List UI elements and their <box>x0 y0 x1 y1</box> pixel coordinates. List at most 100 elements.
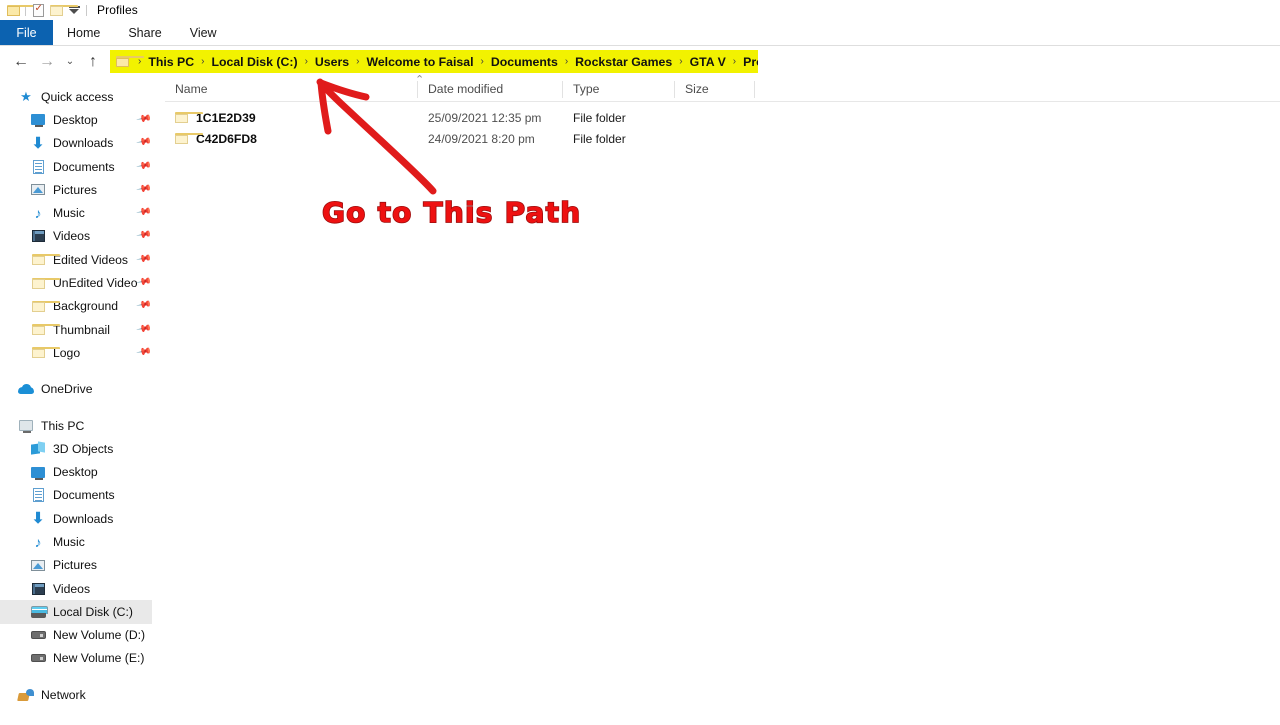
sidebar-item-3d-objects[interactable]: 3D Objects <box>0 437 165 460</box>
sidebar-item-label: UnEdited Video <box>53 276 138 291</box>
sidebar-item-logo[interactable]: Logo 📌 <box>0 341 165 364</box>
window-title: Profiles <box>97 3 138 17</box>
properties-icon[interactable] <box>29 2 47 18</box>
sidebar-item-label: Documents <box>53 488 115 503</box>
desktop-monitor-icon <box>30 112 46 128</box>
column-label: Date modified <box>428 82 504 96</box>
pin-icon[interactable]: 📌 <box>135 321 152 337</box>
sidebar-item-quick-access[interactable]: ★ Quick access <box>0 85 165 108</box>
folder-icon <box>30 252 60 268</box>
pin-icon[interactable]: 📌 <box>135 181 152 197</box>
pin-icon[interactable]: 📌 <box>135 297 152 313</box>
sidebar-item-background[interactable]: Background 📌 <box>0 295 165 318</box>
navigation-bar: ← → ⌄ ↑ › This PC › Local Disk (C:) › Us… <box>0 46 1280 77</box>
sidebar-item-music-pc[interactable]: ♪ Music <box>0 530 165 553</box>
sidebar-item-videos-pc[interactable]: Videos <box>0 577 165 600</box>
address-bar[interactable]: › This PC › Local Disk (C:) › Users › We… <box>110 50 758 73</box>
3d-objects-icon <box>30 441 46 457</box>
sidebar-item-label: New Volume (E:) <box>53 651 145 666</box>
breadcrumb-rockstar-games[interactable]: Rockstar Games <box>575 55 672 69</box>
navigation-pane[interactable]: ★ Quick access Desktop 📌 ⬇ Downloads 📌 D… <box>0 77 165 720</box>
pin-icon[interactable]: 📌 <box>135 228 152 244</box>
table-row[interactable]: C42D6FD8 24/09/2021 8:20 pm File folder <box>165 128 1280 149</box>
tab-view[interactable]: View <box>176 20 231 45</box>
new-folder-icon[interactable] <box>47 2 78 18</box>
sidebar-item-this-pc[interactable]: This PC <box>0 414 165 437</box>
breadcrumb-gta-v[interactable]: GTA V <box>690 55 726 69</box>
forward-button[interactable]: → <box>34 49 60 75</box>
pin-icon[interactable]: 📌 <box>135 134 152 150</box>
pin-icon[interactable]: 📌 <box>135 274 152 290</box>
breadcrumb-separator[interactable]: › <box>565 56 568 67</box>
breadcrumb-local-disk-c[interactable]: Local Disk (C:) <box>211 55 297 69</box>
column-header-type[interactable]: Type <box>563 77 675 102</box>
breadcrumb-separator[interactable]: › <box>679 56 682 67</box>
sidebar-item-label: Downloads <box>53 511 114 526</box>
sidebar-item-unedited-video[interactable]: UnEdited Video 📌 <box>0 271 165 294</box>
table-row[interactable]: 1C1E2D39 25/09/2021 12:35 pm File folder <box>165 107 1280 128</box>
sidebar-item-label: Music <box>53 206 85 221</box>
document-icon <box>30 487 46 503</box>
folder-icon <box>30 345 60 361</box>
sidebar-item-pictures-pc[interactable]: Pictures <box>0 554 165 577</box>
sidebar-item-local-disk-c[interactable]: Local Disk (C:) <box>0 600 152 624</box>
sidebar-item-downloads[interactable]: ⬇ Downloads 📌 <box>0 132 165 155</box>
sidebar-item-videos[interactable]: Videos 📌 <box>0 225 165 248</box>
file-list-pane[interactable]: Name ⌃ Date modified Type Size 1C1E2D39 … <box>165 74 1280 720</box>
folder-icon[interactable] <box>4 2 35 18</box>
sidebar-item-edited-videos[interactable]: Edited Videos 📌 <box>0 248 165 271</box>
sidebar-item-documents-pc[interactable]: Documents <box>0 484 165 507</box>
pin-icon[interactable]: 📌 <box>135 344 152 360</box>
sidebar-item-downloads-pc[interactable]: ⬇ Downloads <box>0 507 165 530</box>
pin-icon[interactable]: 📌 <box>135 158 152 174</box>
explorer-body: ★ Quick access Desktop 📌 ⬇ Downloads 📌 D… <box>0 74 1280 720</box>
breadcrumb-welcome-to-faisal[interactable]: Welcome to Faisal <box>366 55 473 69</box>
breadcrumb-separator[interactable]: › <box>305 56 308 67</box>
tab-share[interactable]: Share <box>114 20 175 45</box>
breadcrumb-separator[interactable]: › <box>733 56 736 67</box>
sidebar-item-onedrive[interactable]: OneDrive <box>0 378 165 401</box>
folder-icon <box>30 298 60 314</box>
breadcrumb-separator[interactable]: › <box>481 56 484 67</box>
music-note-icon: ♪ <box>34 205 42 222</box>
sidebar-item-desktop[interactable]: Desktop 📌 <box>0 108 165 131</box>
star-pin-icon: ★ <box>20 88 32 104</box>
pin-icon[interactable]: 📌 <box>135 111 152 127</box>
pin-icon[interactable]: 📌 <box>135 251 152 267</box>
recent-locations-button[interactable]: ⌄ <box>60 49 80 75</box>
file-name-cell[interactable]: C42D6FD8 <box>165 132 418 146</box>
file-type-cell: File folder <box>573 131 626 146</box>
column-header-name[interactable]: Name ⌃ <box>165 74 424 102</box>
file-name-cell[interactable]: 1C1E2D39 <box>165 111 418 125</box>
breadcrumb-separator[interactable]: › <box>356 56 359 67</box>
breadcrumb-documents[interactable]: Documents <box>491 55 558 69</box>
sidebar-item-new-volume-e[interactable]: New Volume (E:) <box>0 647 165 670</box>
sidebar-item-thumbnail[interactable]: Thumbnail 📌 <box>0 318 165 341</box>
up-button[interactable]: ↑ <box>80 49 106 75</box>
column-header-size[interactable]: Size <box>675 77 755 102</box>
sidebar-item-documents[interactable]: Documents 📌 <box>0 155 165 178</box>
local-disk-icon <box>30 604 48 620</box>
drive-icon <box>30 627 46 643</box>
folder-icon <box>30 275 60 291</box>
column-header-date-modified[interactable]: Date modified <box>418 77 563 102</box>
folder-icon <box>175 133 203 144</box>
pin-icon[interactable]: 📌 <box>135 204 152 220</box>
network-icon <box>18 687 34 703</box>
sidebar-item-music[interactable]: ♪ Music 📌 <box>0 201 165 224</box>
breadcrumb-users[interactable]: Users <box>315 55 349 69</box>
back-button[interactable]: ← <box>8 49 34 75</box>
sidebar-item-pictures[interactable]: Pictures 📌 <box>0 178 165 201</box>
sidebar-item-label: Edited Videos <box>53 252 128 267</box>
breadcrumb-this-pc[interactable]: This PC <box>148 55 194 69</box>
breadcrumb-profiles[interactable]: Profiles <box>743 55 758 69</box>
breadcrumb-separator[interactable]: › <box>201 56 204 67</box>
sidebar-item-desktop-pc[interactable]: Desktop <box>0 460 165 483</box>
tab-home[interactable]: Home <box>53 20 114 45</box>
folder-icon <box>30 322 60 338</box>
sidebar-item-new-volume-d[interactable]: New Volume (D:) <box>0 624 165 647</box>
sidebar-item-network[interactable]: Network <box>0 683 165 706</box>
file-date-cell: 25/09/2021 12:35 pm <box>428 110 542 125</box>
tab-file[interactable]: File <box>0 20 53 45</box>
